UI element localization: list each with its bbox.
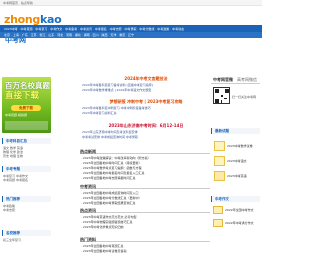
section-title: 热点新闻: [80, 148, 96, 154]
hot-info-list: · 2023年中考英语作文高分范文 必背句型 · 2023年中考物理实验题答题技…: [81, 215, 209, 230]
section-title: 中考专题: [6, 167, 20, 171]
section-title: 中考资讯: [80, 183, 96, 189]
recommend-list: 中考政策 中考志愿: [3, 204, 50, 212]
section-header-latest-papers: 最新试题: [211, 128, 260, 134]
section-header-subjects: 中考科目汇总: [2, 138, 51, 144]
wechat-tabs: 中考网官微 高考网微信: [211, 76, 260, 84]
book-title[interactable]: 2023中考数学试卷: [227, 144, 255, 148]
region-nav: 北京 · 上海 · 广东 · 江苏 · 浙江 · 山东 · 河北 · 河南 · …: [0, 32, 262, 38]
list-item[interactable]: · 2023年全国各地中考试卷及答案: [81, 249, 209, 254]
section-title: 最新试题: [215, 129, 229, 133]
section-header-schools: 名校推荐: [2, 230, 51, 236]
section-title: 名校推荐: [6, 231, 20, 235]
essay-thumb[interactable]: [213, 206, 223, 214]
main-nav-links[interactable]: 2023中考 · 中考真题 · 中考复习 · 中考作文 · 中考备考 · 中考资…: [4, 27, 258, 31]
list-item[interactable]: 中考真题 中考报名: [3, 178, 50, 182]
section-header-hot-news: 热点新闻: [80, 148, 210, 154]
hot-news-list: · 2023年中考政策解读：中考改革新动向（附方案） · 2023年全国各地中考…: [81, 156, 209, 181]
list-item[interactable]: · 2023年全国各地中考志愿填报时间汇总: [81, 176, 209, 181]
tab-gaokao-wechat[interactable]: 高考网微信: [237, 77, 257, 83]
main-nav: 2023中考 · 中考真题 · 中考复习 · 中考作文 · 中考备考 · 中考资…: [0, 25, 262, 32]
headline-3-line[interactable]: 中考考试安排 中考成绩查询时间 中考录取: [82, 135, 210, 139]
top-utility-bar: 中考网首页 · 站点导航 ·: [0, 0, 262, 6]
essay-thumb[interactable]: [213, 219, 223, 227]
latest-papers-box: 2023中考数学试卷 2023中考语文 2023中考英语: [213, 138, 255, 181]
schools-list: 初三全年复习: [3, 238, 50, 242]
section-header-news: 中考资讯: [80, 183, 210, 189]
section-title: 中考作文: [215, 197, 229, 201]
essays-box: 2022年全国中考作文 2022年中考满分作文: [211, 204, 260, 256]
book-cover-thumb[interactable]: [214, 171, 225, 181]
section-title: 热门资料: [80, 236, 96, 242]
essay-title[interactable]: 2022年中考满分作文: [225, 221, 259, 225]
tab-zhongkao-wechat[interactable]: 中考网官微: [213, 77, 233, 83]
headline-1-line[interactable]: 2024年中考各科目复习备考资料 [直播中考复习指导]: [82, 83, 210, 87]
section-header-essays: 中考作文: [211, 196, 260, 202]
headline-3[interactable]: 2023年山东济南中考时间：6月12-14日: [82, 123, 210, 128]
section-header-recommend: 热门推荐: [2, 196, 51, 202]
topbar-links[interactable]: 中考网首页 · 站点导航 ·: [3, 1, 35, 5]
book-cover-thumb[interactable]: [214, 156, 225, 166]
book-title[interactable]: 2023中考语文: [227, 159, 255, 163]
list-item[interactable]: 初三全年复习: [3, 238, 50, 242]
section-header-materials: 热门资料: [80, 236, 210, 242]
ad-subheadline: 直接下载: [5, 91, 40, 101]
section-header-topics: 中考专题: [2, 166, 51, 172]
ad-download-button[interactable]: 免费下载: [11, 105, 41, 111]
ad-book-strip: [5, 121, 48, 130]
qr-caption: 扫一扫关注中考网: [232, 95, 257, 99]
headline-2-line[interactable]: 2023年中考复习资料汇总: [82, 111, 210, 115]
essay-title[interactable]: 2022年全国中考作文: [225, 208, 259, 212]
materials-list: · 2023年全国各地中考真题汇总 · 2023年全国各地中考试卷及答案: [81, 244, 209, 254]
qr-code: [213, 87, 230, 104]
section-title: 热门推荐: [6, 197, 20, 201]
ad-headline: 百万名校真题: [5, 81, 50, 90]
list-item[interactable]: · 2023年中考化学重点知识归纳: [81, 225, 209, 230]
headline-3-line[interactable]: 2023年山东济南中考时间及考试科目安排: [82, 130, 210, 134]
list-item[interactable]: 中考志愿: [3, 208, 50, 212]
list-item[interactable]: 历史 地理 生物: [3, 154, 50, 158]
section-title: 中考科目汇总: [6, 139, 27, 143]
book-cover-thumb[interactable]: [214, 141, 225, 151]
ad-caption: 中考真题·模拟题: [5, 113, 27, 117]
headline-1[interactable]: 2024年中考文言题技法: [82, 76, 210, 81]
headline-2[interactable]: 梦想研报 冲刺中考 | 2023中考复习攻略: [82, 99, 210, 104]
region-nav-links[interactable]: 北京 · 上海 · 广东 · 江苏 · 浙江 · 山东 · 河北 · 河南 · …: [4, 33, 258, 37]
news-list: · 2023年全国各地中考成绩查询时间及入口 · 2023年全国各地中考分数线汇…: [81, 191, 209, 206]
headline-1-line[interactable]: 2024年中考数学重难点 | 2024年中考语文作文题型: [82, 88, 210, 92]
section-title: 热点资讯: [80, 207, 96, 213]
download-ad-banner[interactable]: 百万名校真题 直接下载 免费下载 中考真题·模拟题: [2, 77, 51, 133]
section-header-hot-info: 热点资讯: [80, 207, 210, 213]
headline-2-line[interactable]: 2023年中考各科目冲刺复习 中考冲刺阶段备考技巧: [82, 106, 210, 110]
subjects-list: 语文 数学 英语 物理 化学 政治 历史 地理 生物: [3, 146, 50, 158]
list-item[interactable]: · 2023年全国各地中考录取结果查询汇总: [81, 201, 209, 206]
topics-list: 中考复习 中考作文 中考真题 中考报名: [3, 174, 50, 182]
site-logo[interactable]: zhongkao中考网: [4, 8, 64, 44]
book-title[interactable]: 2023中考英语: [227, 174, 255, 178]
